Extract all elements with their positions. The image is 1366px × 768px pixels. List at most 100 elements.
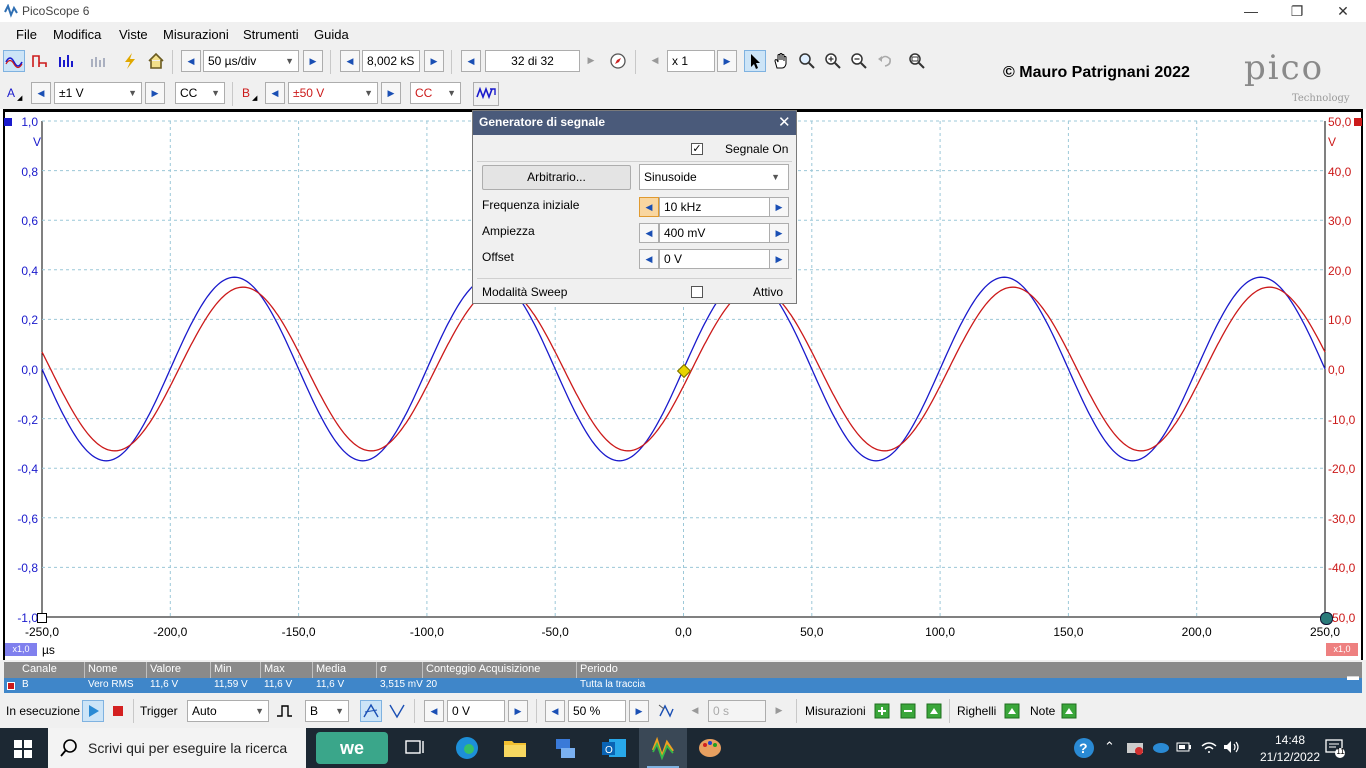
task-view-icon[interactable] [404,738,426,761]
notes-icon[interactable] [1060,702,1078,720]
frequency-increase-button[interactable]: ▶ [769,197,789,217]
timebase-increase-button[interactable]: ▶ [303,50,323,72]
home-icon[interactable] [145,50,167,72]
menu-modifica[interactable]: Modifica [53,27,101,42]
collapse-icon[interactable]: ▬ [1347,669,1359,683]
compass-icon[interactable] [607,50,629,72]
scope-mode-icon[interactable] [3,50,25,72]
measurements-column-header[interactable]: Nome [88,663,117,675]
zoom-out-icon[interactable] [848,50,870,72]
measurements-column-header[interactable]: Min [214,663,232,675]
rulers-icon[interactable] [1003,702,1021,720]
volume-icon[interactable] [1222,739,1242,758]
buffer-prev-button[interactable]: ◀ [461,50,481,72]
outlook-icon[interactable]: O [601,736,627,763]
persistence-mode-icon[interactable] [29,50,51,72]
zoom-overview-icon[interactable] [906,50,928,72]
menu-viste[interactable]: Viste [119,27,148,42]
menu-misurazioni[interactable]: Misurazioni [163,27,229,42]
channel-b-menu-icon[interactable]: ◢ [252,94,257,102]
channel-a-scale-badge[interactable]: x1,0 [5,643,37,656]
measurements-column-header[interactable]: Conteggio Acquisizione [426,663,540,675]
hand-tool-icon[interactable] [770,50,792,72]
dialog-close-icon[interactable]: ✕ [778,113,791,131]
channel-b-range-decrease[interactable]: ◀ [265,82,285,104]
remove-measurement-icon[interactable] [899,702,917,720]
trigger-channel-select[interactable]: B ▼ [305,700,349,722]
serial-decode-icon[interactable] [87,50,109,72]
channel-a-range-increase[interactable]: ▶ [145,82,165,104]
channel-a-range-decrease[interactable]: ◀ [31,82,51,104]
measurements-row[interactable]: B Vero RMS 11,6 V 11,59 V 11,6 V 11,6 V 3,515 … [4,678,1362,693]
zoom-in-icon[interactable] [822,50,844,72]
taskbar-search[interactable]: Scrivi qui per eseguire la ricerca [48,728,306,768]
channel-b-label[interactable]: B [242,86,250,100]
advanced-trigger-icon[interactable] [273,700,295,722]
falling-edge-icon[interactable] [386,700,408,722]
measurements-column-header[interactable]: Valore [150,663,181,675]
stop-button[interactable] [107,700,129,722]
amplitude-field[interactable]: 400 mV [659,223,770,243]
pretrigger-increase[interactable]: ▶ [629,700,649,722]
sweep-mode-checkbox[interactable] [691,286,703,298]
channel-b-scale-badge[interactable]: x1,0 [1326,643,1358,656]
post-trigger-delay-icon[interactable] [656,700,678,722]
offset-increase-button[interactable]: ▶ [769,249,789,269]
help-icon[interactable]: ? [1073,737,1097,762]
network-tool-icon[interactable] [553,736,577,763]
buffer-next-button[interactable]: ▶ [581,50,601,72]
tray-chevron-up-icon[interactable]: ⌃ [1104,739,1115,755]
maximize-button[interactable]: ❐ [1274,0,1320,22]
pretrigger-decrease[interactable]: ◀ [545,700,565,722]
right-ruler-handle[interactable] [1320,612,1333,625]
wetransfer-app-icon[interactable]: we [316,732,388,764]
menu-strumenti[interactable]: Strumenti [243,27,299,42]
picoscope-taskbar-button[interactable] [639,728,687,768]
menu-file[interactable]: File [16,27,37,42]
spectrum-mode-icon[interactable] [55,50,77,72]
frequency-decrease-button[interactable]: ◀ [639,197,659,217]
pointer-tool-icon[interactable] [744,50,766,72]
menu-guida[interactable]: Guida [314,27,349,42]
trigger-level-decrease[interactable]: ◀ [424,700,444,722]
onedrive-icon[interactable] [1151,741,1169,756]
offset-field[interactable]: 0 V [659,249,770,269]
trigger-level-increase[interactable]: ▶ [508,700,528,722]
edit-measurement-icon[interactable] [925,702,943,720]
clock-date[interactable]: 21/12/2022 [1255,750,1325,764]
wifi-icon[interactable] [1200,740,1218,757]
frequency-field[interactable]: 10 kHz [659,197,770,217]
notifications-icon[interactable]: 11 [1324,738,1346,761]
amplitude-decrease-button[interactable]: ◀ [639,223,659,243]
delay-decrease[interactable]: ◀ [685,700,705,722]
rising-edge-icon[interactable] [360,700,382,722]
measurements-column-header[interactable]: Max [264,663,285,675]
clock-time[interactable]: 14:48 [1255,733,1325,747]
minimize-button[interactable]: — [1228,0,1274,22]
delay-field[interactable]: 0 s [708,700,766,722]
measurements-column-header[interactable]: Media [316,663,346,675]
windows-start-icon[interactable] [14,740,32,761]
paint-app-icon[interactable] [698,736,724,763]
run-button[interactable] [82,700,104,722]
samples-decrease-button[interactable]: ◀ [340,50,360,72]
left-ruler-handle[interactable] [37,613,47,623]
buffer-navigator[interactable]: 32 di 32 [485,50,580,72]
undo-zoom-icon[interactable] [874,50,896,72]
measurements-column-header[interactable]: Periodo [580,663,618,675]
timebase-select[interactable]: 50 µs/div ▼ [203,50,299,72]
signal-on-checkbox[interactable]: ✓ [691,143,703,155]
battery-icon[interactable] [1176,741,1192,756]
trigger-level-field[interactable]: 0 V [447,700,505,722]
add-measurement-icon[interactable] [873,702,891,720]
channel-a-label[interactable]: A [7,86,15,100]
delay-increase[interactable]: ▶ [769,700,789,722]
timebase-decrease-button[interactable]: ◀ [181,50,201,72]
zoom-box-icon[interactable] [796,50,818,72]
pretrigger-field[interactable]: 50 % [568,700,626,722]
zoom-field[interactable]: x 1 [667,50,715,72]
channel-a-range-select[interactable]: ±1 V ▼ [54,82,142,104]
amplitude-increase-button[interactable]: ▶ [769,223,789,243]
trigger-mode-select[interactable]: Auto ▼ [187,700,269,722]
trigger-lightning-icon[interactable] [119,50,141,72]
